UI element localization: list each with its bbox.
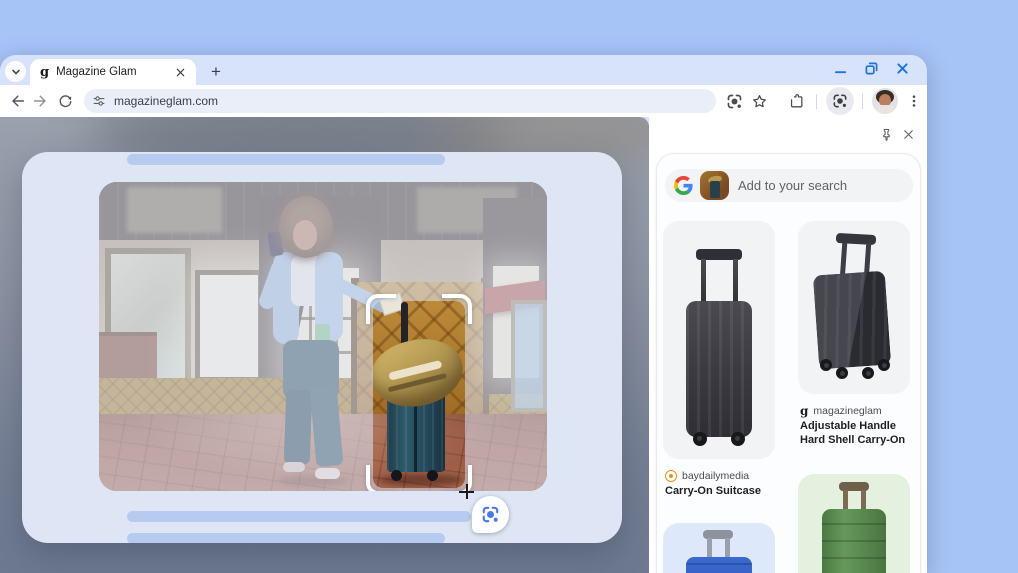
selection-thumbnail[interactable] bbox=[700, 171, 729, 200]
forward-button[interactable] bbox=[31, 91, 51, 111]
product-image-gray-carryon[interactable] bbox=[663, 221, 775, 459]
browser-toolbar: magazineglam.com bbox=[0, 85, 927, 117]
pin-icon[interactable] bbox=[879, 127, 894, 142]
screenshot-stage: g Magazine Glam + magazineglam.com Add t… bbox=[0, 0, 1018, 573]
magazineglam-favicon: g bbox=[800, 404, 809, 418]
lens-results-card: Add to your search baydailymedia Carry-O… bbox=[656, 153, 921, 573]
back-button[interactable] bbox=[7, 91, 27, 111]
close-window-button[interactable] bbox=[896, 62, 909, 75]
skeleton-text-pill bbox=[127, 511, 471, 522]
product-source[interactable]: baydailymedia bbox=[665, 470, 749, 482]
product-title[interactable]: Adjustable Handle Hard Shell Carry-On bbox=[800, 420, 918, 447]
url-text: magazineglam.com bbox=[114, 94, 219, 108]
new-tab-button[interactable]: + bbox=[204, 60, 228, 84]
webpage-dimmed-area bbox=[0, 117, 649, 573]
lens-icon bbox=[482, 506, 499, 523]
toolbar-separator bbox=[862, 94, 863, 109]
bookmark-star-icon[interactable] bbox=[749, 91, 769, 111]
restore-button[interactable] bbox=[865, 62, 878, 75]
baydailymedia-favicon bbox=[665, 470, 677, 482]
profile-avatar[interactable] bbox=[872, 88, 898, 114]
tab-close-icon[interactable] bbox=[172, 64, 188, 80]
tab-search-button[interactable] bbox=[5, 61, 26, 82]
menu-dots-icon[interactable] bbox=[904, 91, 924, 111]
lens-fab-button[interactable] bbox=[472, 496, 509, 533]
site-favicon: g bbox=[40, 64, 50, 80]
search-placeholder-text[interactable]: Add to your search bbox=[738, 169, 847, 202]
product-image-blue-suitcase[interactable] bbox=[663, 523, 775, 573]
site-settings-icon[interactable] bbox=[92, 94, 106, 108]
address-bar[interactable]: magazineglam.com bbox=[84, 89, 716, 113]
product-title[interactable]: Carry-On Suitcase bbox=[665, 485, 783, 499]
product-image-gray-angled[interactable] bbox=[798, 221, 910, 394]
woman-figure bbox=[249, 194, 406, 486]
google-logo bbox=[674, 176, 693, 195]
reload-button[interactable] bbox=[55, 91, 75, 111]
article-card bbox=[22, 152, 622, 543]
lens-active-button[interactable] bbox=[826, 87, 854, 115]
selection-brackets[interactable] bbox=[366, 294, 472, 491]
skeleton-text-pill bbox=[127, 533, 445, 543]
lens-search-bar[interactable]: Add to your search bbox=[665, 169, 913, 202]
skeleton-text-pill bbox=[127, 154, 445, 165]
browser-content: Add to your search baydailymedia Carry-O… bbox=[0, 117, 927, 573]
crosshair-cursor bbox=[459, 484, 474, 499]
minimize-button[interactable] bbox=[834, 62, 847, 75]
hero-image[interactable] bbox=[99, 182, 547, 491]
tab-title: Magazine Glam bbox=[56, 66, 137, 78]
chevron-down-icon bbox=[11, 69, 20, 75]
toolbar-separator bbox=[816, 94, 817, 109]
lens-search-icon[interactable] bbox=[724, 91, 744, 111]
lens-side-panel: Add to your search baydailymedia Carry-O… bbox=[649, 117, 927, 573]
product-image-green-suitcase[interactable] bbox=[798, 474, 910, 573]
extensions-icon[interactable] bbox=[786, 91, 806, 111]
tab-magazine-glam[interactable]: g Magazine Glam bbox=[30, 59, 196, 85]
product-source[interactable]: g magazineglam bbox=[800, 405, 882, 417]
browser-window: g Magazine Glam + magazineglam.com Add t… bbox=[0, 55, 927, 573]
close-panel-icon[interactable] bbox=[901, 127, 916, 142]
tab-strip: g Magazine Glam + bbox=[0, 55, 927, 85]
